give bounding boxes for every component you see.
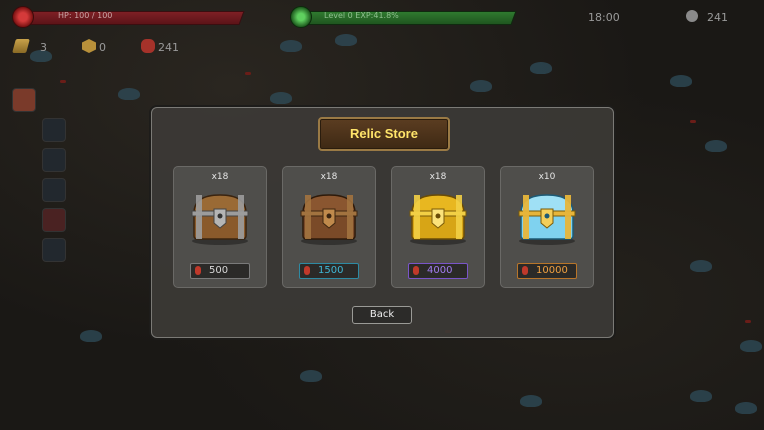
iron-chest-icon — [191, 194, 249, 245]
chest-price: 10000 — [536, 265, 568, 276]
level-text: Level 0 EXP:41.8% — [324, 11, 399, 20]
slime-sprite — [705, 140, 727, 152]
chest-card-gold[interactable]: x18 4000 — [391, 166, 485, 288]
slime-sprite — [280, 40, 302, 52]
chest-card-bronze[interactable]: x18 1500 — [282, 166, 376, 288]
skill-icon-3[interactable] — [42, 148, 66, 172]
slime-sprite — [690, 390, 712, 402]
chest-price: 1500 — [318, 265, 344, 276]
heart-gem-icon — [12, 6, 34, 28]
store-title: Relic Store — [350, 126, 418, 141]
price-box[interactable]: 500 — [190, 263, 250, 279]
slime-sprite — [80, 330, 102, 342]
skill-icon-4[interactable] — [42, 178, 66, 202]
red-gem-icon — [522, 266, 528, 275]
slime-sprite — [520, 395, 542, 407]
red-gem-icon — [304, 266, 310, 275]
chest-price: 4000 — [427, 265, 453, 276]
slime-sprite — [300, 370, 322, 382]
slime-sprite — [470, 80, 492, 92]
hp-bar: HP: 100 / 100 — [12, 6, 245, 28]
chest-price: 500 — [209, 265, 229, 276]
slime-sprite — [735, 402, 757, 414]
kill-count: 241 — [707, 11, 728, 24]
chest-quantity: x10 — [538, 172, 556, 182]
timer: 18:00 — [588, 11, 620, 24]
hp-text: HP: 100 / 100 — [58, 11, 113, 20]
slime-sprite — [690, 260, 712, 272]
ember-particle — [60, 80, 66, 83]
slime-sprite — [335, 34, 357, 46]
chest-quantity: x18 — [320, 172, 338, 182]
skill-icon-5[interactable] — [42, 208, 66, 232]
exp-bar: Level 0 EXP:41.8% — [290, 6, 517, 28]
level-gem-icon — [290, 6, 312, 28]
crystal-chest-icon — [518, 194, 576, 245]
red-gem-icon — [141, 39, 155, 53]
price-box[interactable]: 10000 — [517, 263, 577, 279]
chest-quantity: x18 — [429, 172, 447, 182]
price-box[interactable]: 1500 — [299, 263, 359, 279]
gold-coin-count: 0 — [99, 41, 106, 54]
skull-icon — [686, 10, 698, 22]
store-title-plaque: Relic Store — [318, 117, 450, 151]
ember-particle — [245, 72, 251, 75]
fire-skill-icon[interactable] — [12, 88, 36, 112]
slime-sprite — [740, 340, 762, 352]
red-gem-icon — [195, 266, 201, 275]
gold-bar-count: 3 — [40, 41, 47, 54]
back-button[interactable]: Back — [352, 306, 412, 324]
bronze-chest-icon — [300, 194, 358, 245]
chest-quantity: x18 — [211, 172, 229, 182]
slime-sprite — [270, 92, 292, 104]
ember-particle — [690, 120, 696, 123]
gold-chest-icon — [409, 194, 467, 245]
slime-sprite — [530, 62, 552, 74]
red-gem-count: 241 — [158, 41, 179, 54]
red-gem-icon — [413, 266, 419, 275]
slime-sprite — [670, 75, 692, 87]
skill-icon-6[interactable] — [42, 238, 66, 262]
chest-card-iron[interactable]: x18 500 — [173, 166, 267, 288]
slime-sprite — [118, 88, 140, 100]
price-box[interactable]: 4000 — [408, 263, 468, 279]
skill-icon-2[interactable] — [42, 118, 66, 142]
chest-card-crystal[interactable]: x10 10000 — [500, 166, 594, 288]
ember-particle — [745, 320, 751, 323]
